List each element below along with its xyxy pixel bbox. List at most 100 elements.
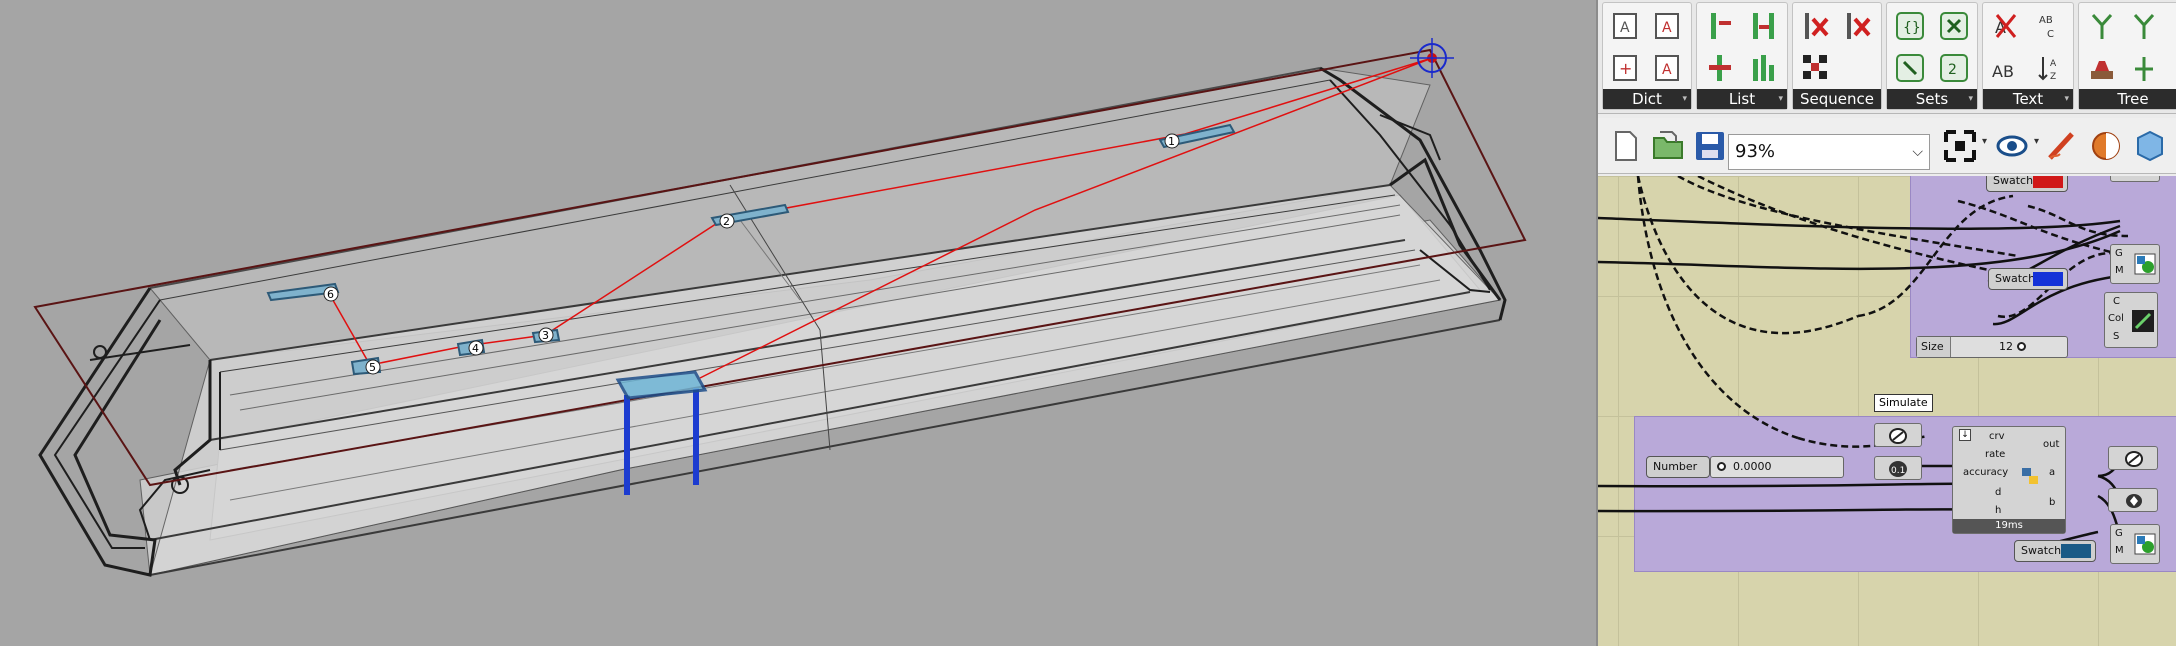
point-label-6: 6 xyxy=(327,288,334,301)
custom-preview-1[interactable]: G M xyxy=(2110,244,2160,284)
script-menu-icon[interactable]: ↓ xyxy=(1959,429,1971,441)
number-slider-knob[interactable] xyxy=(1717,462,1726,471)
script-input-h: h xyxy=(1995,505,2002,516)
svg-text:AB: AB xyxy=(1992,62,2014,81)
preview2-port-g: G xyxy=(2115,528,2123,539)
custom-preview-2[interactable]: G M xyxy=(2110,524,2160,564)
zoom-combobox[interactable]: 93% ⌵ xyxy=(1728,134,1930,170)
preview-icon xyxy=(2134,253,2156,275)
point-label-4: 4 xyxy=(472,342,479,355)
svg-text:+: + xyxy=(1619,59,1632,78)
preview-eye-icon[interactable] xyxy=(1994,128,2030,164)
output-curve-param[interactable] xyxy=(2108,446,2158,470)
rate-param-component[interactable]: 0.1 xyxy=(1874,456,1922,480)
ribbon-group-sets: {} 2 Sets ▾ xyxy=(1886,2,1978,110)
dict-add-icon[interactable]: + xyxy=(1609,51,1643,85)
output-geometry-param[interactable] xyxy=(2108,488,2158,512)
dict-b-icon[interactable]: A xyxy=(1651,9,1685,43)
gradient-icon xyxy=(2132,310,2154,332)
script-output-b: b xyxy=(2049,497,2056,508)
python-script-component[interactable]: ↓ crv rate accuracy d h out a b 19ms xyxy=(1952,426,2066,534)
color-port-s: S xyxy=(2113,331,2120,342)
shaded-preview-icon[interactable] xyxy=(2088,128,2124,164)
script-input-rate: rate xyxy=(1985,449,2006,460)
script-input-d: d xyxy=(1995,487,2002,498)
swatch-blue[interactable]: Swatch xyxy=(1988,268,2068,290)
rhino-viewport[interactable]: 1 2 3 4 5 6 xyxy=(0,0,1596,646)
cull-index-icon[interactable] xyxy=(1841,9,1875,43)
ribbon-group-tree: Tree xyxy=(2078,2,2176,110)
dict-remove-icon[interactable]: A xyxy=(1651,51,1685,85)
number-param[interactable]: Number xyxy=(1646,456,1710,478)
svg-text:0.1: 0.1 xyxy=(1891,466,1905,476)
set-union-icon[interactable]: {} xyxy=(1893,9,1927,43)
color-port-c: C xyxy=(2113,296,2120,307)
display-mode-icon[interactable] xyxy=(2132,128,2168,164)
svg-text:AB: AB xyxy=(2039,15,2053,26)
pad-5[interactable]: 5 xyxy=(350,356,382,376)
tree-graft-icon[interactable] xyxy=(2127,51,2161,85)
size-slider-knob[interactable] xyxy=(2017,342,2026,351)
swatch-blue-color xyxy=(2033,272,2063,286)
swatch-top[interactable]: Swatch xyxy=(1986,176,2068,192)
ribbon-label-sets[interactable]: Sets ▾ xyxy=(1887,89,1977,109)
random-pattern-icon[interactable] xyxy=(1799,51,1833,85)
number-slider[interactable]: 0.0000 xyxy=(1710,456,1844,478)
script-input-accuracy: accuracy xyxy=(1963,467,2009,478)
size-slider[interactable]: Size 12 xyxy=(1916,336,2068,358)
curve-output-icon xyxy=(2125,451,2143,467)
grasshopper-panel: A A + A Dict ▾ List ▾ Sequence {} 2 Sets… xyxy=(1596,0,2176,646)
tree-branch-icon[interactable] xyxy=(2085,9,2119,43)
ribbon-label-sequence[interactable]: Sequence xyxy=(1793,89,1881,109)
script-timer: 19ms xyxy=(1953,519,2065,533)
svg-text:A: A xyxy=(1620,20,1630,36)
dict-a-icon[interactable]: A xyxy=(1609,9,1643,43)
preview-port-g: G xyxy=(2115,248,2123,259)
ribbon-label-text[interactable]: Text ▾ xyxy=(1983,89,2073,109)
zoom-extents-icon[interactable] xyxy=(1942,128,1978,164)
ribbon-label-dict[interactable]: Dict ▾ xyxy=(1603,89,1691,109)
ribbon-label-list[interactable]: List ▾ xyxy=(1697,89,1787,109)
curve-param-component[interactable] xyxy=(1874,423,1922,447)
left-end-profile xyxy=(38,287,162,577)
script-input-crv: crv xyxy=(1989,431,2005,442)
list-sort-icon[interactable] xyxy=(1747,51,1781,85)
set-delete-icon[interactable] xyxy=(1937,9,1971,43)
swatch-bottom[interactable]: Swatch xyxy=(2014,540,2096,562)
ribbon-label-tree[interactable]: Tree xyxy=(2079,89,2176,109)
grasshopper-canvas[interactable]: Swatch Swatch G M C Col S Size 12 Simula… xyxy=(1598,176,2176,646)
tree-flatten-icon[interactable] xyxy=(2085,51,2119,85)
cull-pattern-icon[interactable] xyxy=(1799,9,1833,43)
zoom-extents-caret[interactable]: ▾ xyxy=(1982,136,1987,147)
set-line-icon[interactable] xyxy=(1893,51,1927,85)
preview-port-m: M xyxy=(2115,265,2124,276)
tree-branch-icon-2[interactable] xyxy=(2127,9,2161,43)
zoom-value: 93% xyxy=(1735,141,1776,162)
set-duplicate-icon[interactable]: 2 xyxy=(1937,51,1971,85)
text-replace-icon[interactable]: AB C xyxy=(2033,9,2067,43)
text-match-icon[interactable]: A xyxy=(1989,9,2023,43)
text-style-icon[interactable]: AB xyxy=(1989,51,2023,85)
preview2-port-m: M xyxy=(2115,545,2124,556)
svg-text:2: 2 xyxy=(1948,62,1957,78)
point-label-3: 3 xyxy=(542,329,549,342)
save-file-icon[interactable] xyxy=(1692,128,1728,164)
preview-caret[interactable]: ▾ xyxy=(2034,136,2039,147)
new-file-icon[interactable] xyxy=(1608,128,1644,164)
python-icon xyxy=(2022,468,2038,484)
svg-text:{}: {} xyxy=(1903,20,1921,36)
list-item-icon[interactable] xyxy=(1703,9,1737,43)
open-file-icon[interactable] xyxy=(1650,128,1686,164)
top-preview-component[interactable] xyxy=(2110,176,2160,182)
svg-text:A: A xyxy=(2050,59,2057,69)
simulate-tooltip: Simulate xyxy=(1874,394,1933,412)
geometry-output-icon xyxy=(2126,494,2142,508)
number-param-icon: 0.1 xyxy=(1889,461,1907,477)
sketch-pen-icon[interactable] xyxy=(2044,128,2080,164)
text-sort-icon[interactable]: AZ xyxy=(2033,51,2067,85)
script-output-a: a xyxy=(2049,467,2056,478)
list-split-icon[interactable] xyxy=(1747,9,1781,43)
list-shift-icon[interactable] xyxy=(1703,51,1737,85)
color-component[interactable]: C Col S xyxy=(2104,292,2158,348)
chevron-down-icon[interactable]: ⌵ xyxy=(1912,135,1923,169)
